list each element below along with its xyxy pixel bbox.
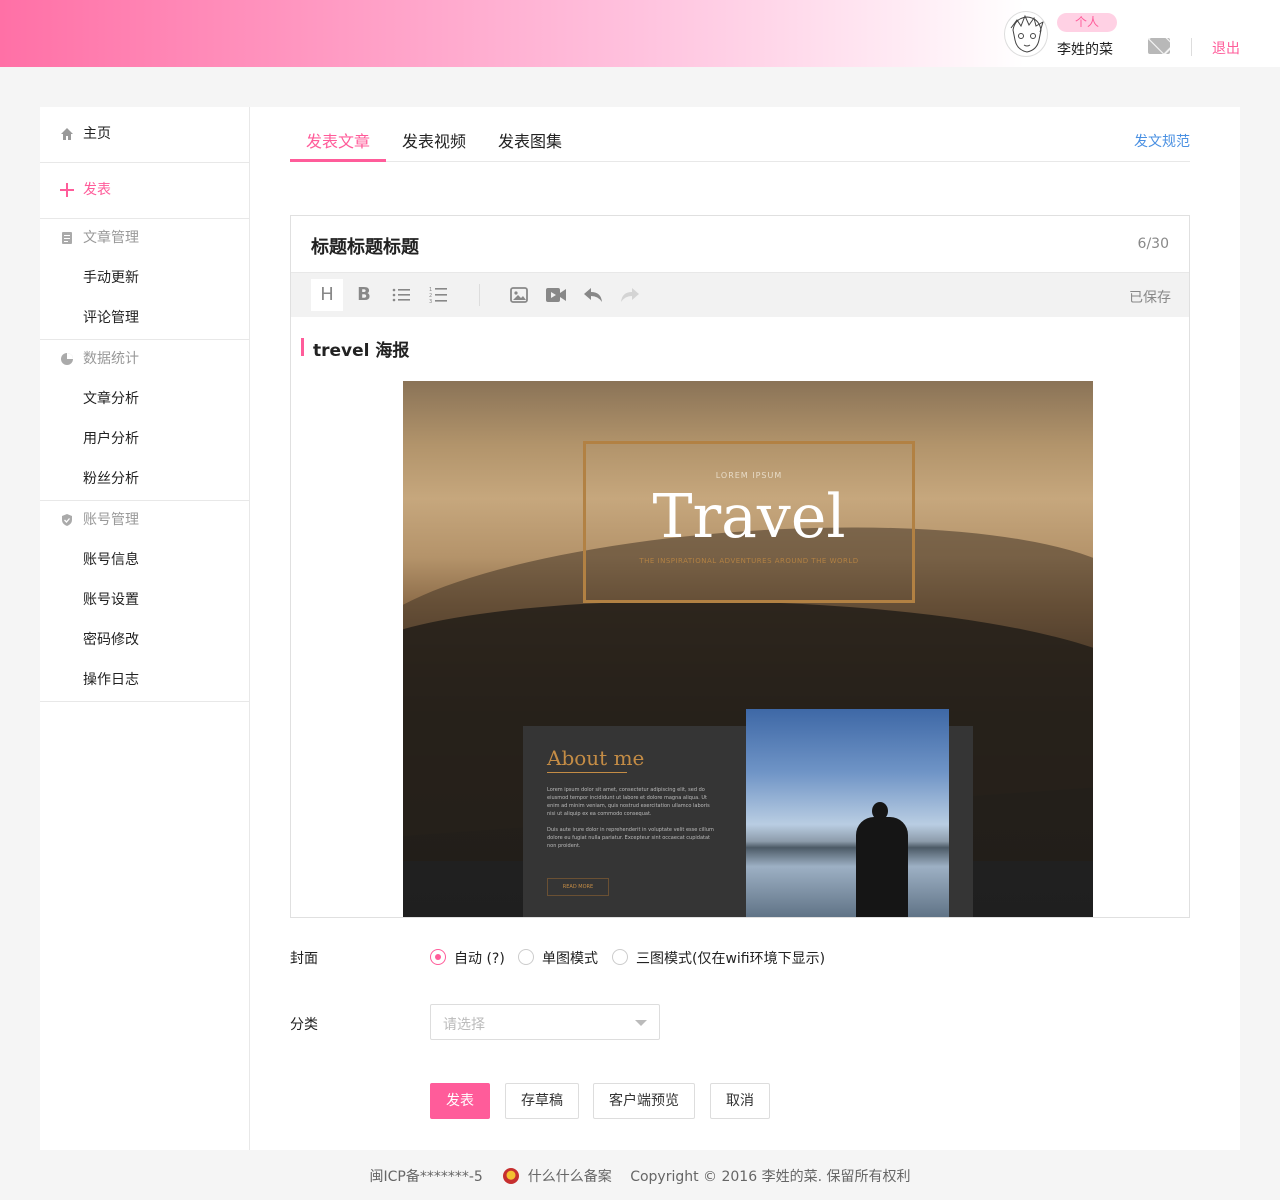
client-preview-button[interactable]: 客户端预览 bbox=[593, 1083, 695, 1119]
sidebar-divider bbox=[40, 701, 249, 702]
poster-about-title: About me bbox=[547, 746, 645, 770]
poster-lorem: LOREM IPSUM bbox=[715, 471, 783, 480]
radio-label: 单图模式 bbox=[542, 951, 598, 967]
publish-tabs: 发表文章 发表视频 发表图集 发文规范 bbox=[290, 122, 1190, 162]
tab-publish-article[interactable]: 发表文章 bbox=[290, 122, 386, 162]
travel-poster-image[interactable]: LOREM IPSUM Travel THE INSPIRATIONAL ADV… bbox=[403, 381, 1093, 917]
pie-chart-icon bbox=[61, 353, 73, 365]
article-editor: 标题标题标题 6/30 H B 123 已保存 trevel 海报 LOREM … bbox=[290, 215, 1190, 918]
poster-read-more: READ MORE bbox=[547, 878, 609, 896]
footer: 闽ICP备*******-5 什么什么备案 Copyright © 2016 李… bbox=[0, 1166, 1280, 1186]
cover-label: 封面 bbox=[290, 951, 318, 967]
save-draft-button[interactable]: 存草稿 bbox=[505, 1083, 579, 1119]
tab-publish-gallery[interactable]: 发表图集 bbox=[482, 122, 578, 162]
sidebar-section-label: 账号管理 bbox=[83, 512, 139, 528]
user-area: 个人 李姓的菜 退出 bbox=[1004, 11, 1244, 59]
undo-icon bbox=[584, 288, 602, 302]
editor-toolbar: H B 123 已保存 bbox=[291, 273, 1189, 317]
sidebar: 主页 发表 文章管理 手动更新 评论管理 数据统计 文章分析 用户分析 粉丝分析… bbox=[40, 107, 250, 1150]
sidebar-item-account-settings[interactable]: 账号设置 bbox=[40, 580, 249, 620]
sidebar-section-account[interactable]: 账号管理 bbox=[40, 500, 249, 540]
bullet-list-button[interactable] bbox=[385, 279, 417, 311]
avatar-sketch-icon bbox=[1010, 14, 1044, 53]
image-icon bbox=[510, 287, 528, 303]
sidebar-section-label: 数据统计 bbox=[83, 351, 139, 367]
radio-label: 三图模式(仅在wifi环境下显示) bbox=[636, 951, 826, 967]
poster-title-frame: LOREM IPSUM Travel THE INSPIRATIONAL ADV… bbox=[583, 441, 915, 603]
numbered-list-button[interactable]: 123 bbox=[422, 279, 454, 311]
heading-marker bbox=[301, 338, 304, 356]
save-status: 已保存 bbox=[1129, 290, 1171, 306]
sidebar-item-change-password[interactable]: 密码修改 bbox=[40, 620, 249, 660]
category-label: 分类 bbox=[290, 1017, 318, 1033]
bullet-list-icon bbox=[392, 288, 410, 302]
mail-icon[interactable] bbox=[1148, 38, 1170, 54]
title-char-counter: 6/30 bbox=[1137, 236, 1169, 252]
sidebar-item-home[interactable]: 主页 bbox=[40, 114, 249, 154]
radio-circle bbox=[430, 949, 446, 965]
undo-button[interactable] bbox=[577, 279, 609, 311]
poster-about-paragraph: Lorem ipsum dolor sit amet, consectetur … bbox=[547, 787, 710, 817]
sidebar-item-fan-analysis[interactable]: 粉丝分析 bbox=[40, 459, 249, 499]
role-badge: 个人 bbox=[1057, 13, 1117, 32]
header-divider bbox=[1191, 38, 1192, 56]
chevron-down-icon bbox=[635, 1020, 647, 1026]
tab-publish-video[interactable]: 发表视频 bbox=[386, 122, 482, 162]
poster-about-paragraph: Duis aute irure dolor in reprehenderit i… bbox=[547, 827, 714, 849]
record-link[interactable]: 什么什么备案 bbox=[528, 1166, 612, 1186]
toolbar-divider bbox=[479, 284, 480, 306]
radio-circle bbox=[612, 949, 628, 965]
document-icon bbox=[62, 232, 72, 244]
logout-link[interactable]: 退出 bbox=[1212, 38, 1240, 58]
sidebar-section-label: 文章管理 bbox=[83, 230, 139, 246]
publish-button[interactable]: 发表 bbox=[430, 1083, 490, 1119]
poster-about-body: Lorem ipsum dolor sit amet, consectetur … bbox=[547, 786, 717, 850]
sidebar-section-stats[interactable]: 数据统计 bbox=[40, 339, 249, 379]
shield-icon bbox=[62, 514, 72, 526]
insert-image-button[interactable] bbox=[503, 279, 535, 311]
plus-icon bbox=[60, 183, 74, 197]
insert-video-button[interactable] bbox=[540, 279, 572, 311]
cancel-button[interactable]: 取消 bbox=[710, 1083, 770, 1119]
icp-number[interactable]: 闽ICP备*******-5 bbox=[370, 1166, 483, 1186]
sidebar-item-label: 主页 bbox=[83, 126, 111, 142]
sidebar-item-operation-log[interactable]: 操作日志 bbox=[40, 660, 249, 700]
video-icon bbox=[546, 288, 566, 302]
sidebar-item-label: 发表 bbox=[83, 182, 111, 198]
publishing-guidelines-link[interactable]: 发文规范 bbox=[1134, 122, 1190, 162]
police-badge-icon bbox=[503, 1168, 520, 1184]
numbered-list-icon: 123 bbox=[429, 287, 447, 305]
poster-photo bbox=[746, 709, 949, 917]
sidebar-item-account-info[interactable]: 账号信息 bbox=[40, 540, 249, 580]
top-bar: 个人 李姓的菜 退出 bbox=[0, 0, 1280, 67]
title-input[interactable]: 标题标题标题 bbox=[311, 233, 419, 259]
redo-icon bbox=[621, 288, 639, 302]
bold-button[interactable]: B bbox=[348, 279, 380, 311]
title-row: 标题标题标题 6/30 bbox=[291, 216, 1189, 273]
username: 李姓的菜 bbox=[1057, 42, 1113, 58]
avatar[interactable] bbox=[1004, 11, 1048, 57]
svg-text:3: 3 bbox=[429, 299, 432, 304]
sidebar-item-article-analysis[interactable]: 文章分析 bbox=[40, 379, 249, 419]
copyright: Copyright © 2016 李姓的菜. 保留所有权利 bbox=[630, 1169, 911, 1185]
sidebar-section-articles[interactable]: 文章管理 bbox=[40, 218, 249, 258]
home-icon bbox=[61, 128, 73, 140]
category-placeholder: 请选择 bbox=[443, 1017, 485, 1033]
sidebar-divider bbox=[40, 162, 249, 163]
radio-label: 自动 (?) bbox=[454, 951, 505, 967]
poster-title: Travel bbox=[652, 482, 846, 552]
content-heading[interactable]: trevel 海报 bbox=[313, 336, 409, 361]
main-panel: 主页 发表 文章管理 手动更新 评论管理 数据统计 文章分析 用户分析 粉丝分析… bbox=[40, 107, 1240, 1150]
redo-button[interactable] bbox=[614, 279, 646, 311]
sidebar-item-publish[interactable]: 发表 bbox=[40, 170, 249, 210]
sidebar-item-manual-update[interactable]: 手动更新 bbox=[40, 258, 249, 298]
heading-button[interactable]: H bbox=[311, 279, 343, 311]
person-silhouette bbox=[856, 817, 908, 917]
poster-about-underline bbox=[547, 772, 627, 773]
poster-tagline: THE INSPIRATIONAL ADVENTURES AROUND THE … bbox=[639, 557, 859, 565]
category-select[interactable]: 请选择 bbox=[430, 1004, 660, 1040]
sidebar-item-comments[interactable]: 评论管理 bbox=[40, 298, 249, 338]
sidebar-item-user-analysis[interactable]: 用户分析 bbox=[40, 419, 249, 459]
radio-circle bbox=[518, 949, 534, 965]
